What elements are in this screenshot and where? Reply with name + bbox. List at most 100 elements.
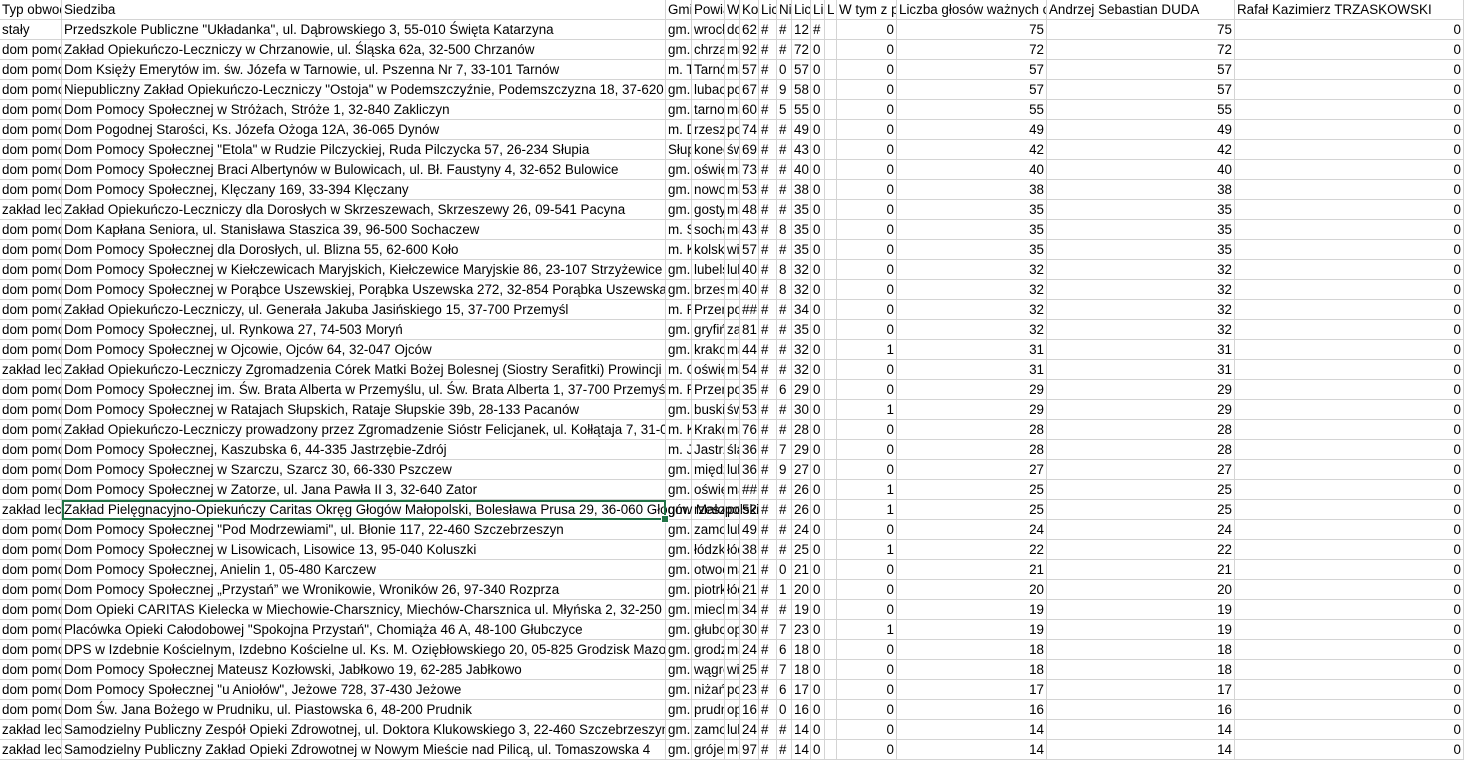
table-cell[interactable]: 0 (811, 620, 825, 640)
table-cell[interactable]: gm. Szczebrzeszyn (666, 520, 692, 540)
table-cell[interactable]: 0 (1235, 100, 1464, 120)
table-cell[interactable]: # (811, 20, 825, 40)
table-cell[interactable]: 0 (1235, 440, 1464, 460)
table-cell[interactable]: 0 (837, 300, 897, 320)
table-cell[interactable]: DPS w Izdebnie Kościelnym, Izdebno Kości… (62, 640, 666, 660)
table-cell[interactable]: # (759, 240, 777, 260)
table-cell[interactable]: 0 (811, 420, 825, 440)
table-cell[interactable]: zakład leczniczy (0, 720, 62, 740)
table-cell[interactable]: zakład leczniczy (0, 200, 62, 220)
table-cell[interactable]: gm. Karczew (666, 560, 692, 580)
table-cell[interactable]: 24 (740, 640, 759, 660)
table-cell[interactable]: # (759, 40, 777, 60)
table-cell[interactable]: 29 (792, 380, 811, 400)
table-cell[interactable]: gryfiński (692, 320, 725, 340)
table-cell[interactable]: # (777, 40, 792, 60)
table-cell[interactable]: Przedszkole Publiczne "Układanka", ul. D… (62, 20, 666, 40)
table-cell[interactable]: zamojski (692, 520, 725, 540)
table-cell[interactable]: krakowski (692, 340, 725, 360)
table-cell[interactable]: 34 (792, 300, 811, 320)
table-cell[interactable]: małopolskie (725, 340, 740, 360)
table-cell[interactable]: mazowieckie (725, 640, 740, 660)
table-cell[interactable]: Dom Pomocy Społecznej, ul. Rynkowa 27, 7… (62, 320, 666, 340)
table-cell[interactable]: # (759, 380, 777, 400)
table-cell[interactable]: dom pomocy społecznej (0, 80, 62, 100)
table-cell[interactable]: 0 (811, 680, 825, 700)
table-cell[interactable]: ## (740, 300, 759, 320)
table-cell[interactable]: 0 (811, 360, 825, 380)
table-cell[interactable]: 23 (740, 680, 759, 700)
table-cell[interactable]: 27 (897, 460, 1047, 480)
table-cell[interactable]: 0 (1235, 660, 1464, 680)
table-cell[interactable]: 38 (792, 180, 811, 200)
column-header[interactable]: Liczba (759, 0, 777, 20)
table-cell[interactable]: 14 (897, 720, 1047, 740)
table-cell[interactable]: 0 (811, 700, 825, 720)
table-cell[interactable]: niżański (692, 680, 725, 700)
table-cell[interactable]: Dom Pomocy Społecznej w Stróżach, Stróże… (62, 100, 666, 120)
table-cell[interactable]: Zakład Opiekuńczo-Leczniczy dla Dorosłyc… (62, 200, 666, 220)
table-cell[interactable]: 97 (740, 740, 759, 760)
table-cell[interactable]: 19 (1047, 600, 1235, 620)
table-cell[interactable]: 0 (837, 660, 897, 680)
table-cell[interactable]: 0 (811, 240, 825, 260)
table-cell[interactable]: 0 (1235, 380, 1464, 400)
table-cell[interactable]: # (777, 480, 792, 500)
table-cell[interactable]: # (759, 80, 777, 100)
table-cell[interactable]: 32 (792, 340, 811, 360)
table-cell[interactable] (825, 540, 837, 560)
table-cell[interactable]: 0 (811, 140, 825, 160)
table-cell[interactable]: # (759, 460, 777, 480)
table-cell[interactable]: 7 (777, 660, 792, 680)
table-cell[interactable]: 24 (1047, 520, 1235, 540)
table-cell[interactable]: gm. Rozprza (666, 580, 692, 600)
table-cell[interactable]: podkarpackie (725, 380, 740, 400)
table-cell[interactable] (825, 520, 837, 540)
table-cell[interactable]: głubczycki (692, 620, 725, 640)
table-cell[interactable]: dom pomocy społecznej (0, 160, 62, 180)
table-cell[interactable]: 0 (811, 640, 825, 660)
table-cell[interactable]: lubaczowski (692, 80, 725, 100)
table-cell[interactable]: 0 (837, 80, 897, 100)
table-cell[interactable]: Dom Pomocy Społecznej w Szarczu, Szarcz … (62, 460, 666, 480)
table-cell[interactable]: piotrkowski (692, 580, 725, 600)
table-cell[interactable]: wielkopolskie (725, 240, 740, 260)
table-cell[interactable]: 38 (897, 180, 1047, 200)
table-cell[interactable]: dom pomocy społecznej (0, 240, 62, 260)
table-cell[interactable]: 14 (1047, 740, 1235, 760)
table-cell[interactable]: dom pomocy społecznej (0, 60, 62, 80)
table-cell[interactable]: 0 (811, 380, 825, 400)
table-cell[interactable]: 0 (811, 260, 825, 280)
table-cell[interactable]: gm. Jeżowe (666, 680, 692, 700)
table-cell[interactable]: 35 (792, 200, 811, 220)
table-cell[interactable]: dom pomocy społecznej (0, 400, 62, 420)
table-cell[interactable]: m. Dynów (666, 120, 692, 140)
table-cell[interactable]: 0 (837, 420, 897, 440)
table-cell[interactable]: dom pomocy społecznej (0, 660, 62, 680)
column-header[interactable]: Kod (740, 0, 759, 20)
table-cell[interactable]: 22 (1047, 540, 1235, 560)
table-cell[interactable]: 20 (792, 580, 811, 600)
table-cell[interactable]: 0 (811, 660, 825, 680)
table-cell[interactable]: małopolskie (725, 60, 740, 80)
table-cell[interactable]: 32 (792, 260, 811, 280)
table-cell[interactable]: 75 (1047, 20, 1235, 40)
table-cell[interactable] (825, 260, 837, 280)
table-cell[interactable]: buski (692, 400, 725, 420)
table-cell[interactable]: 0 (837, 360, 897, 380)
table-cell[interactable]: 25 (1047, 500, 1235, 520)
table-cell[interactable]: 35 (792, 320, 811, 340)
table-cell[interactable]: # (777, 400, 792, 420)
table-cell[interactable]: 8 (777, 260, 792, 280)
table-cell[interactable]: dom pomocy społecznej (0, 580, 62, 600)
table-cell[interactable] (825, 340, 837, 360)
table-cell[interactable]: 0 (1235, 460, 1464, 480)
table-cell[interactable]: wrocławski (692, 20, 725, 40)
table-cell[interactable]: 14 (1047, 720, 1235, 740)
table-cell[interactable]: 24 (792, 520, 811, 540)
table-cell[interactable]: 18 (1047, 640, 1235, 660)
table-cell[interactable]: 72 (1047, 40, 1235, 60)
table-cell[interactable]: śląskie (725, 440, 740, 460)
table-cell[interactable]: zakład leczniczy (0, 360, 62, 380)
table-cell[interactable]: # (759, 440, 777, 460)
